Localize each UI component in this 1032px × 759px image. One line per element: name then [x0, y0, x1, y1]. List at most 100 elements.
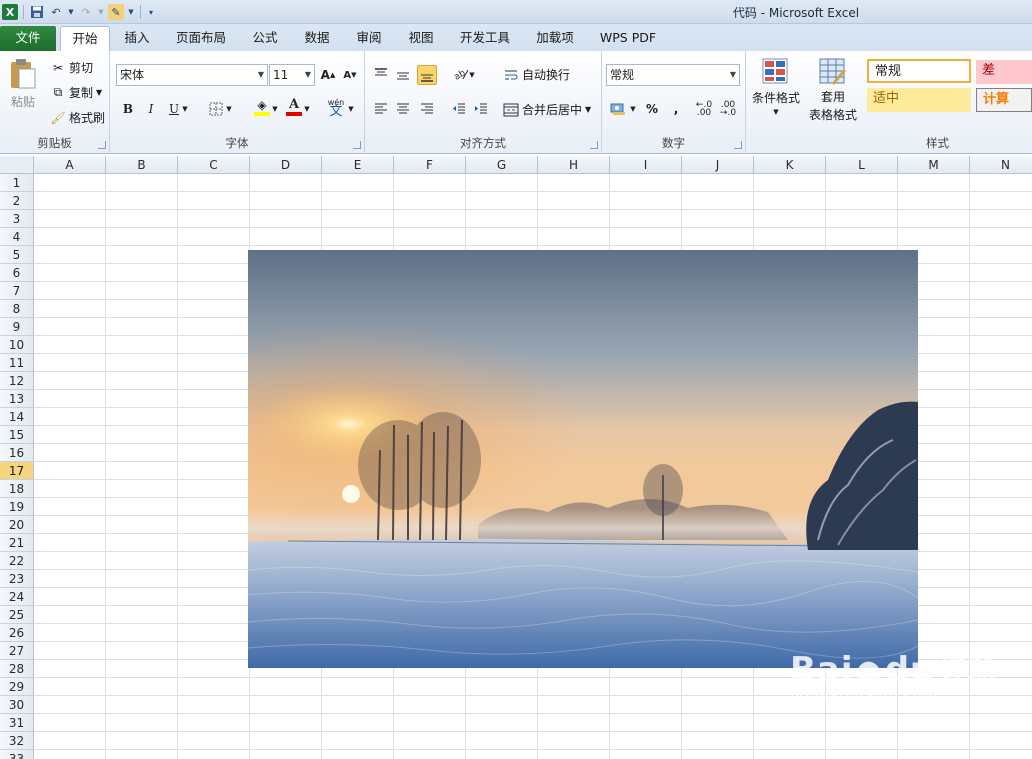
row-header-31[interactable]: 31	[0, 714, 34, 732]
row-header-9[interactable]: 9	[0, 318, 34, 336]
column-header-a[interactable]: A	[34, 156, 106, 174]
clipboard-launcher-icon[interactable]	[98, 141, 106, 149]
font-launcher-icon[interactable]	[353, 141, 361, 149]
align-middle-icon[interactable]	[393, 65, 413, 85]
row-header-11[interactable]: 11	[0, 354, 34, 372]
tab-data[interactable]: 数据	[296, 26, 338, 51]
row-header-24[interactable]: 24	[0, 588, 34, 606]
fill-color-dropdown-icon[interactable]: ▼	[270, 99, 280, 119]
tab-developer[interactable]: 开发工具	[452, 26, 518, 51]
merge-dropdown-icon[interactable]: ▼	[585, 105, 591, 114]
increase-font-icon[interactable]: A ▲	[318, 65, 338, 85]
currency-dropdown-icon[interactable]: ▼	[628, 99, 638, 119]
row-header-21[interactable]: 21	[0, 534, 34, 552]
style-normal[interactable]: 常规	[867, 59, 971, 83]
column-header-j[interactable]: J	[682, 156, 754, 174]
row-header-25[interactable]: 25	[0, 606, 34, 624]
column-header-b[interactable]: B	[106, 156, 178, 174]
row-header-17[interactable]: 17	[0, 462, 34, 480]
row-header-19[interactable]: 19	[0, 498, 34, 516]
row-header-3[interactable]: 3	[0, 210, 34, 228]
row-header-15[interactable]: 15	[0, 426, 34, 444]
fill-color-icon[interactable]: ◈	[252, 97, 272, 117]
row-header-32[interactable]: 32	[0, 732, 34, 750]
wrap-text-button[interactable]: 自动换行	[503, 66, 570, 83]
row-header-5[interactable]: 5	[0, 246, 34, 264]
row-header-26[interactable]: 26	[0, 624, 34, 642]
copy-button[interactable]: ⧉ 复制 ▼	[50, 84, 102, 101]
column-header-h[interactable]: H	[538, 156, 610, 174]
conditional-format-button[interactable]: 条件格式 ▼	[750, 57, 802, 116]
border-icon[interactable]	[206, 99, 226, 119]
row-header-18[interactable]: 18	[0, 480, 34, 498]
column-header-c[interactable]: C	[178, 156, 250, 174]
row-header-13[interactable]: 13	[0, 390, 34, 408]
tab-file[interactable]: 文件	[0, 26, 56, 51]
orientation-dropdown-icon[interactable]: ▼	[467, 65, 477, 85]
font-size-combo[interactable]: 11 ▼	[269, 64, 315, 86]
tab-page-layout[interactable]: 页面布局	[168, 26, 234, 51]
font-color-dropdown-icon[interactable]: ▼	[302, 99, 312, 119]
row-header-4[interactable]: 4	[0, 228, 34, 246]
column-header-m[interactable]: M	[898, 156, 970, 174]
font-color-icon[interactable]: A	[284, 97, 304, 117]
row-header-14[interactable]: 14	[0, 408, 34, 426]
tab-formulas[interactable]: 公式	[244, 26, 286, 51]
font-name-combo[interactable]: 宋体 ▼	[116, 64, 268, 86]
row-header-1[interactable]: 1	[0, 174, 34, 192]
row-header-20[interactable]: 20	[0, 516, 34, 534]
align-left-icon[interactable]	[371, 99, 391, 119]
select-all-corner[interactable]	[0, 156, 34, 174]
tab-wps-pdf[interactable]: WPS PDF	[592, 26, 664, 51]
column-header-e[interactable]: E	[322, 156, 394, 174]
row-header-8[interactable]: 8	[0, 300, 34, 318]
row-header-16[interactable]: 16	[0, 444, 34, 462]
inserted-picture[interactable]	[248, 250, 918, 668]
underline-dropdown-icon[interactable]: ▼	[180, 99, 190, 119]
align-center-icon[interactable]	[393, 99, 413, 119]
format-painter-button[interactable]: 🖌 格式刷	[50, 109, 105, 126]
worksheet[interactable]: ABCDEFGHIJKLMN 1 2 3 4 5 6 7 8 9 10 11 12 13 14 15 16 17…	[0, 156, 1032, 759]
tab-review[interactable]: 审阅	[348, 26, 390, 51]
alignment-launcher-icon[interactable]	[590, 141, 598, 149]
tab-view[interactable]: 视图	[400, 26, 442, 51]
style-neutral[interactable]: 适中	[867, 88, 971, 112]
align-bottom-icon[interactable]	[417, 65, 437, 85]
percent-icon[interactable]: %	[642, 99, 662, 119]
italic-icon[interactable]: I	[141, 99, 161, 119]
decrease-font-icon[interactable]: A ▼	[340, 65, 360, 85]
currency-icon[interactable]	[608, 99, 628, 119]
tab-insert[interactable]: 插入	[116, 26, 158, 51]
paste-button[interactable]: 粘贴	[8, 57, 38, 110]
cut-button[interactable]: ✂ 剪切	[50, 59, 93, 76]
comma-icon[interactable]: ,	[666, 99, 686, 119]
number-format-combo[interactable]: 常规 ▼	[606, 64, 740, 86]
increase-indent-icon[interactable]	[471, 99, 491, 119]
row-header-2[interactable]: 2	[0, 192, 34, 210]
align-top-icon[interactable]	[371, 64, 391, 84]
decrease-indent-icon[interactable]	[449, 99, 469, 119]
tab-addins[interactable]: 加载项	[528, 26, 582, 51]
column-header-f[interactable]: F	[394, 156, 466, 174]
row-header-23[interactable]: 23	[0, 570, 34, 588]
border-dropdown-icon[interactable]: ▼	[224, 99, 234, 119]
row-header-10[interactable]: 10	[0, 336, 34, 354]
increase-decimal-icon[interactable]: ←.0.00	[694, 99, 714, 119]
column-header-l[interactable]: L	[826, 156, 898, 174]
bold-icon[interactable]: B	[118, 99, 138, 119]
row-header-22[interactable]: 22	[0, 552, 34, 570]
phonetic-dropdown-icon[interactable]: ▼	[346, 99, 356, 119]
align-right-icon[interactable]	[417, 99, 437, 119]
tab-home[interactable]: 开始	[60, 26, 110, 51]
column-header-k[interactable]: K	[754, 156, 826, 174]
column-header-d[interactable]: D	[250, 156, 322, 174]
row-header-27[interactable]: 27	[0, 642, 34, 660]
format-as-table-button[interactable]: 套用 表格格式	[804, 57, 862, 123]
row-header-7[interactable]: 7	[0, 282, 34, 300]
merge-center-button[interactable]: 合并后居中 ▼	[503, 101, 591, 118]
row-header-29[interactable]: 29	[0, 678, 34, 696]
phonetic-icon[interactable]: wén 文	[326, 97, 346, 118]
row-header-30[interactable]: 30	[0, 696, 34, 714]
row-header-6[interactable]: 6	[0, 264, 34, 282]
row-header-28[interactable]: 28	[0, 660, 34, 678]
